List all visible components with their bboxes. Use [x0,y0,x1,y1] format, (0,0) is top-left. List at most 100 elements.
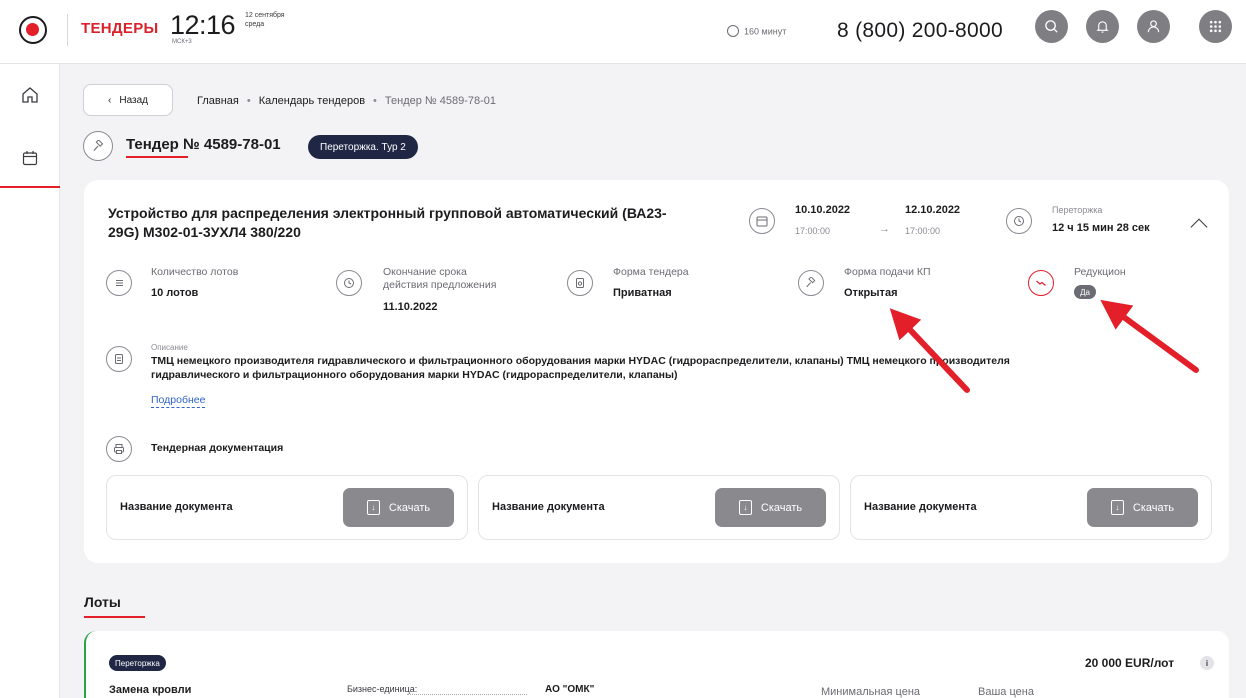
lot-status-badge: Переторжка [109,655,166,671]
document-form-icon [567,270,593,296]
brand-title[interactable]: ТЕНДЕРЫ [81,20,158,37]
submission-form-value: Открытая [844,287,898,299]
lot-price: 20 000 EUR/лот [1085,656,1175,670]
session-timer: 160 минут [727,25,787,38]
document-name: Название документа [864,501,977,513]
hammer-icon [798,270,824,296]
user-icon [1147,20,1160,33]
clock: 12:16 [170,10,236,40]
deadline-value: 11.10.2022 [383,301,438,313]
search-icon [1045,20,1058,33]
chevron-left-icon: ‹ [108,94,112,106]
deadline-label-line2: действия предложения [383,279,497,291]
download-icon: ↓ [1110,500,1124,515]
document-name: Название документа [120,501,233,513]
divider [67,14,68,46]
description-icon [106,346,132,372]
retender-label: Переторжка [1052,205,1103,215]
date-line: 12 сентября [245,12,285,19]
download-button[interactable]: ↓ Скачать [1087,488,1198,527]
back-button[interactable]: ‹ Назад [83,84,173,116]
breadcrumb-separator: • [246,95,251,107]
lots-count-label: Количество лотов [151,266,239,278]
lot-card[interactable]: Переторжка Замена кровли Бизнес-единица:… [84,631,1229,698]
deadline-label: Окончание срока действия предложения [383,266,496,292]
list-icon [106,270,132,296]
document-card: Название документа ↓ Скачать [106,475,468,540]
reduction-label: Редукцион [1074,266,1126,278]
hammer-icon [83,131,113,161]
apps-button[interactable] [1199,10,1232,43]
download-label: Скачать [760,501,803,514]
description-line: гидравлического и фильтрационного оборуд… [151,369,678,381]
top-bar: ТЕНДЕРЫ 12:16 МСК+3 12 сентября среда 16… [0,0,1246,64]
end-date: 12.10.2022 [905,204,961,216]
min-price-label: Минимальная цена [821,686,921,698]
logo[interactable] [19,16,47,44]
document-name: Название документа [492,501,605,513]
notifications-button[interactable] [1086,10,1119,43]
collapse-chevron-icon[interactable] [1190,218,1208,236]
your-price-label: Ваша цена [978,686,1034,698]
download-icon: ↓ [366,500,380,515]
search-button[interactable] [1035,10,1068,43]
download-label: Скачать [388,501,431,514]
info-icon[interactable]: i [1200,656,1214,670]
lots-count-value: 10 лотов [151,287,199,299]
tender-card: Устройство для распределения электронный… [84,180,1229,563]
history-icon [1006,208,1032,234]
sidebar-item-calendar[interactable] [0,130,60,188]
sidebar-item-home[interactable] [21,86,39,109]
breadcrumb-current: Тендер № 4589-78-01 [384,95,497,107]
reduction-badge: Да [1074,285,1096,299]
description-text: ТМЦ немецкого производителя гидравлическ… [151,354,1171,382]
phone-number[interactable]: 8 (800) 200-8000 [837,19,1003,43]
sidebar [0,64,60,698]
download-icon: ↓ [738,500,752,515]
download-button[interactable]: ↓ Скачать [343,488,454,527]
download-button[interactable]: ↓ Скачать [715,488,826,527]
page-title: Тендер № 4589-78-01 [126,136,281,153]
weekday-line: среда [245,21,265,28]
breadcrumb-calendar[interactable]: Календарь тендеров [259,95,365,107]
date-info: 12 сентября среда [245,11,285,29]
more-link[interactable]: Подробнее [151,394,206,408]
start-time: 17:00:00 [795,226,831,236]
apps-icon [1209,20,1222,33]
back-label: Назад [119,94,148,106]
profile-button[interactable] [1137,10,1170,43]
bell-icon [1096,21,1109,33]
tender-form-value: Приватная [613,287,672,299]
download-label: Скачать [1132,501,1175,514]
start-date: 10.10.2022 [795,204,851,216]
lot-name: Замена кровли [109,684,192,696]
calendar-icon [749,208,775,234]
printer-icon [106,436,132,462]
product-title: Устройство для распределения электронный… [108,205,667,240]
tender-form-label: Форма тендера [613,266,689,278]
home-icon [22,87,38,103]
calendar-icon [22,151,38,166]
breadcrumb-separator: • [373,95,377,107]
business-unit-value: АО "ОМК" [545,684,595,695]
business-unit-label: Бизнес-единица: [347,684,418,694]
arrow-right-icon: → [879,223,890,235]
clock-icon [336,270,362,296]
retender-countdown: 12 ч 15 мин 28 сек [1052,222,1150,234]
history-icon [727,25,739,37]
document-card: Название документа ↓ Скачать [478,475,840,540]
deadline-label-line1: Окончание срока [383,266,467,278]
lots-title: Лоты [84,594,121,610]
breadcrumb: Главная • Календарь тендеров • Тендер № 4589… [197,95,496,107]
end-time: 17:00:00 [905,226,941,236]
stage-badge: Переторжка. Тур 2 [308,135,418,159]
timezone: МСК+3 [172,39,192,45]
lots-underline [84,616,145,618]
business-unit-leader [407,694,527,695]
session-timer-text: 160 минут [744,26,787,37]
document-card: Название документа ↓ Скачать [850,475,1212,540]
trend-down-icon [1028,270,1054,296]
submission-form-label: Форма подачи КП [844,266,931,278]
breadcrumb-home[interactable]: Главная [197,95,239,107]
title-underline [126,156,188,158]
